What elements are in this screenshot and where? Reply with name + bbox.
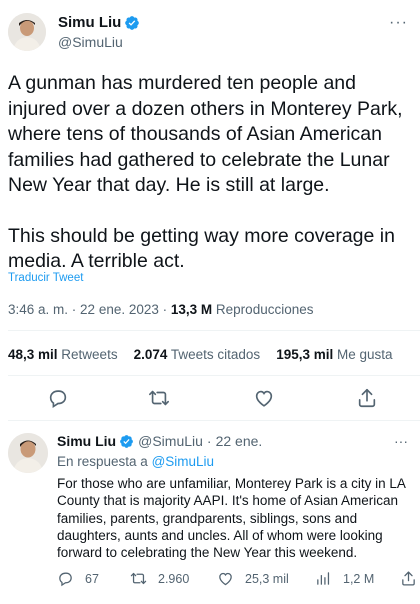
reply-retweets[interactable]: 2.960: [130, 570, 189, 587]
reply-to-line: En respuesta a @SimuLiu: [57, 454, 214, 469]
share-icon[interactable]: [400, 570, 417, 587]
reply-text: For those who are unfamiliar, Monterey P…: [57, 476, 406, 561]
reply-icon[interactable]: [57, 570, 74, 587]
views-icon[interactable]: [315, 570, 332, 587]
more-icon[interactable]: ···: [394, 433, 408, 449]
reply-dot: ·: [206, 433, 212, 449]
views-count: 13,3 M: [170, 302, 213, 317]
reply-to-prefix: En respuesta a: [57, 454, 148, 469]
like-icon[interactable]: [253, 387, 275, 409]
retweet-icon[interactable]: [130, 570, 147, 587]
tweet-meta: 3:46 a. m. · 22 ene. 2023 · 13,3 M Repro…: [8, 302, 313, 317]
reply-replies[interactable]: 67: [57, 570, 99, 587]
author-name[interactable]: Simu Liu: [58, 13, 121, 32]
views-count: 1,2 M: [343, 571, 375, 586]
likes-count: 25,3 mil: [245, 571, 289, 586]
tweet-actions: [0, 387, 420, 411]
meta-separator: ·: [158, 302, 171, 317]
tweet-header: Simu Liu @SimuLiu: [8, 13, 140, 51]
replies-count: 67: [85, 571, 99, 586]
divider: [8, 420, 420, 421]
tweet-paragraph-2: This should be getting way more coverage…: [8, 224, 395, 273]
views-label: Reproducciones: [215, 302, 314, 317]
reply-share[interactable]: [400, 570, 420, 587]
tweet-paragraph-1: A gunman has murdered ten people and inj…: [8, 72, 403, 196]
reply-header: Simu Liu @SimuLiu · 22 ene.: [57, 433, 262, 449]
divider: [8, 330, 420, 331]
reply-likes[interactable]: 25,3 mil: [217, 570, 289, 587]
verified-badge-icon: [125, 15, 140, 30]
reply-avatar[interactable]: [8, 433, 48, 473]
reply-author-name[interactable]: Simu Liu: [57, 433, 116, 449]
avatar[interactable]: [8, 13, 46, 51]
reply-views[interactable]: 1,2 M: [315, 570, 374, 587]
share-icon[interactable]: [356, 387, 378, 409]
retweets-count: 2.960: [158, 571, 190, 586]
reply-to-link[interactable]: @SimuLiu: [152, 454, 214, 469]
reply-actions: 67 2.960 25,3 mil 1,2 M: [57, 570, 417, 590]
meta-separator: ·: [68, 302, 81, 317]
tweet-text: A gunman has murdered ten people and inj…: [8, 71, 416, 275]
more-icon[interactable]: ···: [389, 14, 408, 32]
quotes-stat[interactable]: 2.074 Tweets citados: [134, 347, 261, 362]
reply-date[interactable]: 22 ene.: [216, 433, 263, 449]
tweet-time[interactable]: 3:46 a. m.: [8, 302, 68, 317]
divider: [8, 375, 420, 376]
tweet-stats: 48,3 mil Retweets 2.074 Tweets citados 1…: [8, 347, 409, 362]
reply-icon[interactable]: [47, 387, 69, 409]
retweets-stat[interactable]: 48,3 mil Retweets: [8, 347, 118, 362]
reply-author-handle[interactable]: @SimuLiu: [138, 433, 203, 449]
translate-link[interactable]: Traducir Tweet: [8, 272, 83, 284]
likes-stat[interactable]: 195,3 mil Me gusta: [276, 347, 392, 362]
like-icon[interactable]: [217, 570, 234, 587]
author-handle[interactable]: @SimuLiu: [58, 33, 140, 51]
tweet-date[interactable]: 22 ene. 2023: [80, 302, 159, 317]
retweet-icon[interactable]: [148, 387, 170, 409]
verified-badge-icon: [120, 434, 134, 448]
